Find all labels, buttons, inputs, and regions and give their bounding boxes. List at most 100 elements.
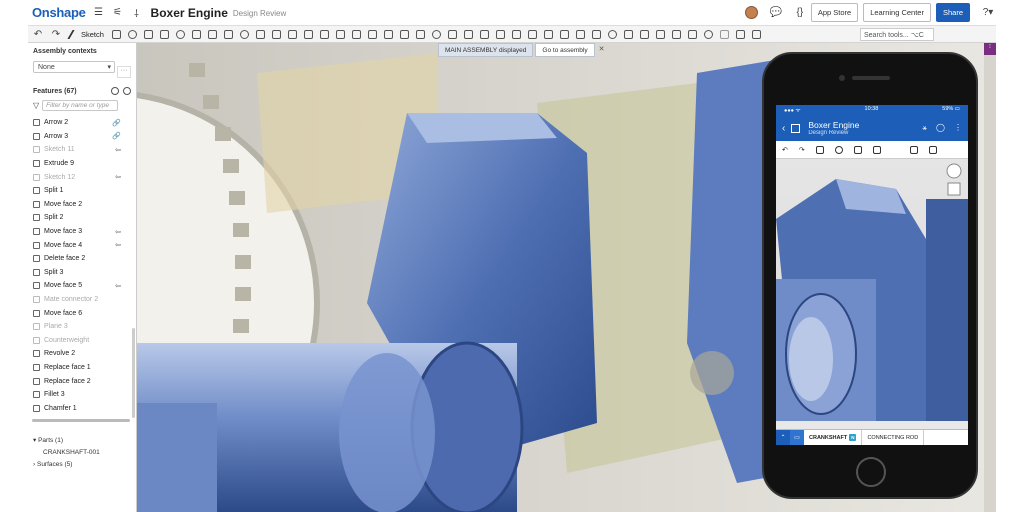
- feature-item[interactable]: Fillet 3: [28, 388, 136, 402]
- offset-surface-icon[interactable]: [431, 29, 441, 39]
- circular-pattern-icon[interactable]: [303, 29, 313, 39]
- chamfer-icon[interactable]: [207, 29, 217, 39]
- comment-icon[interactable]: ◯: [936, 123, 945, 133]
- sweep-icon[interactable]: [143, 29, 153, 39]
- surfaces-label[interactable]: › Surfaces (5): [33, 459, 100, 471]
- render-icon[interactable]: [703, 29, 713, 39]
- revolve-icon[interactable]: [127, 29, 137, 39]
- tree-icon[interactable]: ⚟: [112, 7, 124, 19]
- composite-curve-icon[interactable]: [511, 29, 521, 39]
- loft-icon[interactable]: [159, 29, 169, 39]
- explode-icon[interactable]: [928, 145, 937, 154]
- extrude-icon[interactable]: [111, 29, 121, 39]
- replace-face-icon[interactable]: [415, 29, 425, 39]
- move-face-icon[interactable]: [399, 29, 409, 39]
- undo-icon[interactable]: ↶: [32, 28, 44, 40]
- bridging-curve-icon[interactable]: [495, 29, 505, 39]
- feature-item[interactable]: Split 3: [28, 266, 136, 280]
- feature-item[interactable]: Move face 6: [28, 306, 136, 320]
- transform-icon[interactable]: [367, 29, 377, 39]
- close-icon[interactable]: ✕: [595, 43, 609, 57]
- measure-icon[interactable]: [671, 29, 681, 39]
- feature-item[interactable]: Split 2: [28, 211, 136, 225]
- mate-connector-icon[interactable]: [623, 29, 633, 39]
- feature-item[interactable]: Arrow 3 🔗: [28, 130, 136, 144]
- search-tools-input[interactable]: Search tools... ⌥C: [860, 28, 934, 41]
- tab-connecting-rod[interactable]: CONNECTING ROD: [862, 429, 925, 445]
- feature-item[interactable]: Revolve 2: [28, 347, 136, 361]
- learning-center-button[interactable]: Learning Center: [863, 3, 931, 22]
- more-tools-icon[interactable]: [751, 29, 761, 39]
- context-more-icon[interactable]: ···: [117, 66, 131, 78]
- feature-item[interactable]: Counterweight: [28, 334, 136, 348]
- tab-collapse-icon[interactable]: ⌃: [776, 429, 790, 445]
- split-icon[interactable]: [351, 29, 361, 39]
- rib-icon[interactable]: [239, 29, 249, 39]
- version-icon[interactable]: ⸸: [131, 7, 143, 20]
- phone-crankshaft-model[interactable]: [776, 159, 968, 421]
- frame-icon[interactable]: [655, 29, 665, 39]
- mirror-icon[interactable]: [319, 29, 329, 39]
- tab-list-icon[interactable]: ▭: [790, 429, 804, 445]
- form-icon[interactable]: [591, 29, 601, 39]
- feature-item[interactable]: Mate connector 2: [28, 293, 136, 307]
- sketch-icon[interactable]: [815, 145, 824, 154]
- display-icon[interactable]: [872, 145, 881, 154]
- rollback-icon[interactable]: [123, 87, 131, 95]
- part-crankshaft[interactable]: CRANKSHAFT-001: [33, 447, 100, 459]
- comment-icon[interactable]: 💬: [770, 7, 782, 19]
- phone-3d-viewport[interactable]: [776, 159, 968, 421]
- panel-scrollbar[interactable]: [132, 328, 135, 418]
- section-icon[interactable]: [834, 145, 843, 154]
- tab-icon[interactable]: [575, 29, 585, 39]
- delete-part-icon[interactable]: [383, 29, 393, 39]
- feature-item[interactable]: Arrow 2 🔗: [28, 116, 136, 130]
- linear-pattern-icon[interactable]: [287, 29, 297, 39]
- filter-input[interactable]: Filter by name or type: [42, 100, 119, 111]
- 3d-fit-spline-icon[interactable]: [463, 29, 473, 39]
- mate-connector-icon[interactable]: [853, 145, 862, 154]
- draft-icon[interactable]: [223, 29, 233, 39]
- fillet-icon[interactable]: [191, 29, 201, 39]
- feature-item[interactable]: Extrude 9: [28, 157, 136, 171]
- measure-icon[interactable]: [909, 145, 918, 154]
- sketch-button[interactable]: Sketch: [67, 29, 104, 39]
- redo-icon[interactable]: ↷: [50, 28, 62, 40]
- thicken-icon[interactable]: [175, 29, 185, 39]
- tab-crankshaft[interactable]: CRANKSHAFT N: [804, 429, 863, 445]
- share-button[interactable]: Share: [935, 3, 970, 22]
- mate-icon[interactable]: ⚹: [922, 123, 927, 133]
- feature-item[interactable]: Sketch 11 ⇦: [28, 143, 136, 157]
- feature-item[interactable]: Replace face 1: [28, 361, 136, 375]
- undo-icon[interactable]: ↶: [782, 146, 788, 154]
- tree-icon[interactable]: [791, 123, 801, 133]
- projected-curve-icon[interactable]: [479, 29, 489, 39]
- feature-item[interactable]: Move face 2: [28, 198, 136, 212]
- feature-item[interactable]: Move face 5 ⇦: [28, 279, 136, 293]
- more-icon[interactable]: ⋮: [954, 123, 962, 133]
- code-icon[interactable]: {}: [794, 7, 806, 19]
- parts-label[interactable]: ▾ Parts (1): [33, 435, 100, 447]
- add-custom-features-icon[interactable]: [735, 29, 745, 39]
- add-folder-icon[interactable]: [111, 87, 119, 95]
- feature-item[interactable]: Replace face 2: [28, 374, 136, 388]
- plane-icon[interactable]: [607, 29, 617, 39]
- help-icon[interactable]: ?▾: [982, 7, 994, 19]
- helix-icon[interactable]: [447, 29, 457, 39]
- panel-splitter[interactable]: [32, 419, 130, 422]
- document-title[interactable]: Boxer Engine: [151, 6, 228, 20]
- custom-feature-icon[interactable]: [719, 29, 729, 39]
- feature-item[interactable]: Chamfer 1: [28, 401, 136, 415]
- feature-item[interactable]: Plane 3: [28, 320, 136, 334]
- feature-item[interactable]: Move face 4 ⇦: [28, 238, 136, 252]
- feature-item[interactable]: Split 1: [28, 184, 136, 198]
- flange-icon[interactable]: [559, 29, 569, 39]
- isocline-icon[interactable]: [527, 29, 537, 39]
- boolean-icon[interactable]: [335, 29, 345, 39]
- shell-icon[interactable]: [255, 29, 265, 39]
- app-store-button[interactable]: App Store: [810, 3, 859, 22]
- menu-icon[interactable]: ☰: [93, 7, 105, 19]
- sheet-metal-icon[interactable]: [543, 29, 553, 39]
- go-to-assembly-button[interactable]: Go to assembly: [535, 43, 595, 57]
- onshape-logo[interactable]: Onshape: [32, 5, 86, 20]
